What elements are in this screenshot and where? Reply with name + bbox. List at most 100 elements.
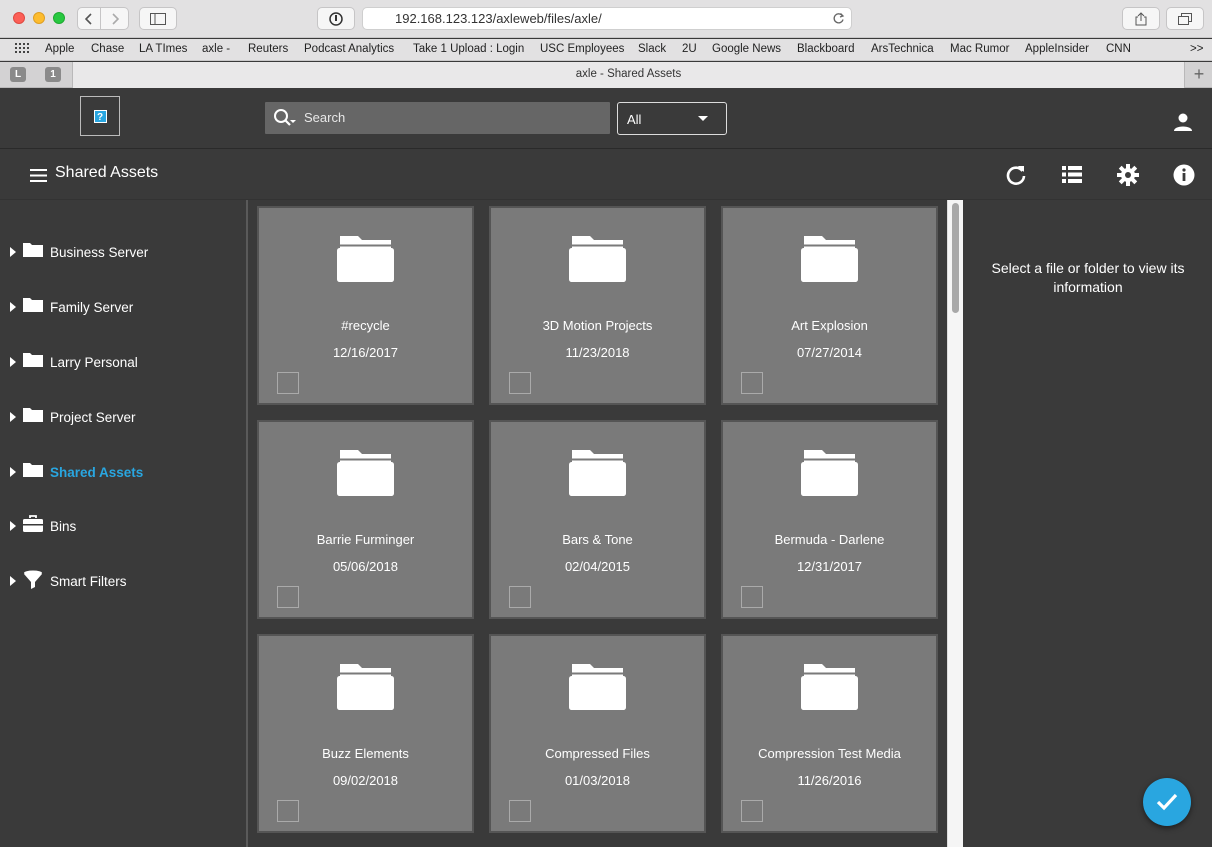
folder-checkbox[interactable] [509, 372, 531, 394]
folder-name: Bars & Tone [562, 532, 633, 547]
folder-card[interactable]: 3D Motion Projects 11/23/2018 [489, 206, 706, 405]
active-tab[interactable]: axle - Shared Assets [72, 62, 1185, 88]
app-root: 192.168.123.123/axleweb/files/axle/ Appl… [0, 0, 1212, 847]
zoom-window-button[interactable] [53, 12, 65, 24]
sidebar: Business Server Family Server Larry Pers… [0, 200, 248, 847]
sidebar-item-bins[interactable]: Bins [0, 513, 246, 543]
expand-arrow-icon[interactable] [10, 302, 16, 312]
folder-date: 12/16/2017 [332, 345, 399, 360]
gear-icon[interactable] [1117, 164, 1139, 186]
bookmark-item[interactable]: Apple [45, 43, 74, 55]
share-icon [1135, 11, 1147, 25]
grid-icon[interactable] [15, 43, 30, 54]
expand-arrow-icon[interactable] [10, 521, 16, 531]
reload-icon[interactable] [832, 12, 845, 25]
bookmark-item[interactable]: ArsTechnica [871, 43, 934, 55]
folder-card[interactable]: Bars & Tone 02/04/2015 [489, 420, 706, 619]
sidebar-item-smart-filters[interactable]: Smart Filters [0, 568, 246, 598]
expand-arrow-icon[interactable] [10, 412, 16, 422]
sidebar-item-project-server[interactable]: Project Server [0, 404, 246, 434]
folder-checkbox[interactable] [741, 800, 763, 822]
folder-checkbox[interactable] [509, 800, 531, 822]
user-icon[interactable] [1173, 113, 1193, 131]
folder-card[interactable]: Compression Test Media 11/26/2016 [721, 634, 938, 833]
sidebar-item-label: Shared Assets [50, 465, 144, 480]
share-button[interactable] [1122, 7, 1160, 30]
scrollbar[interactable] [947, 200, 963, 847]
bookmark-item[interactable]: axle - [202, 43, 230, 55]
bookmark-item[interactable]: Chase [91, 43, 124, 55]
bookmarks-overflow-button[interactable]: >> [1190, 43, 1203, 55]
sidebar-item-label: Bins [50, 519, 77, 534]
folder-icon [23, 408, 43, 422]
folder-checkbox[interactable] [741, 586, 763, 608]
folder-icon [801, 664, 858, 710]
folder-card[interactable]: #recycle 12/16/2017 [257, 206, 474, 405]
caret-down-icon [698, 116, 708, 121]
back-button[interactable] [77, 7, 101, 30]
bookmark-item[interactable]: Take 1 Upload : Login [413, 43, 524, 55]
bookmark-item[interactable]: Mac Rumor [950, 43, 1009, 55]
folder-name: Bermuda - Darlene [774, 532, 885, 547]
folder-card[interactable]: Art Explosion 07/27/2014 [721, 206, 938, 405]
folder-card[interactable]: Barrie Furminger 05/06/2018 [257, 420, 474, 619]
folder-checkbox[interactable] [277, 586, 299, 608]
search-input[interactable]: Search [265, 102, 610, 134]
tabs-overview-button[interactable] [1166, 7, 1204, 30]
bookmark-item[interactable]: Podcast Analytics [304, 43, 394, 55]
sidebar-item-family-server[interactable]: Family Server [0, 294, 246, 324]
sidebar-item-shared-assets[interactable]: Shared Assets [0, 459, 246, 489]
sidebar-item-larry-personal[interactable]: Larry Personal [0, 349, 246, 379]
search-scope-select[interactable]: All [617, 102, 727, 135]
sidebar-icon [150, 12, 166, 25]
pinned-tab[interactable]: 1 [45, 67, 61, 82]
app-logo[interactable]: ? [80, 96, 120, 136]
bookmark-item[interactable]: Slack [638, 43, 666, 55]
folder-name: Compressed Files [545, 746, 650, 761]
folder-checkbox[interactable] [741, 372, 763, 394]
close-window-button[interactable] [13, 12, 25, 24]
app-header: ? Search All [0, 89, 1212, 149]
folder-checkbox[interactable] [509, 586, 531, 608]
bookmark-item[interactable]: AppleInsider [1025, 43, 1089, 55]
bookmark-item[interactable]: Blackboard [797, 43, 855, 55]
folder-card[interactable]: Bermuda - Darlene 12/31/2017 [721, 420, 938, 619]
info-icon[interactable] [1173, 164, 1195, 186]
folder-checkbox[interactable] [277, 372, 299, 394]
bookmark-item[interactable]: LA TImes [139, 43, 187, 55]
folder-grid: #recycle 12/16/2017 3D Motion Projects 11/2… [250, 200, 947, 847]
confirm-button[interactable] [1143, 778, 1191, 826]
list-view-icon[interactable] [1062, 166, 1082, 183]
expand-arrow-icon[interactable] [10, 357, 16, 367]
folder-icon [569, 450, 626, 496]
folder-checkbox[interactable] [277, 800, 299, 822]
forward-button[interactable] [101, 7, 129, 30]
new-tab-button[interactable]: + [1186, 62, 1212, 88]
privacy-report-button[interactable] [317, 7, 355, 30]
tab-bar: L 1 axle - Shared Assets + [0, 62, 1212, 88]
browser-titlebar: 192.168.123.123/axleweb/files/axle/ [0, 0, 1212, 38]
bookmark-item[interactable]: Reuters [248, 43, 288, 55]
scroll-thumb[interactable] [952, 203, 959, 313]
pinned-tab[interactable]: L [10, 67, 26, 82]
expand-arrow-icon[interactable] [10, 576, 16, 586]
folder-card[interactable]: Buzz Elements 09/02/2018 [257, 634, 474, 833]
expand-arrow-icon[interactable] [10, 467, 16, 477]
bookmark-item[interactable]: 2U [682, 43, 697, 55]
menu-icon[interactable] [30, 169, 47, 182]
shield-icon [329, 11, 343, 26]
address-bar[interactable]: 192.168.123.123/axleweb/files/axle/ [362, 7, 852, 30]
bookmark-item[interactable]: USC Employees [540, 43, 624, 55]
folder-icon [569, 664, 626, 710]
folder-card[interactable]: Compressed Files 01/03/2018 [489, 634, 706, 833]
minimize-window-button[interactable] [33, 12, 45, 24]
expand-arrow-icon[interactable] [10, 247, 16, 257]
bookmark-item[interactable]: CNN [1106, 43, 1131, 55]
bookmark-item[interactable]: Google News [712, 43, 781, 55]
sidebar-toggle-button[interactable] [139, 7, 177, 30]
refresh-icon[interactable] [1005, 164, 1027, 186]
sidebar-item-business-server[interactable]: Business Server [0, 239, 246, 269]
toolbar: Shared Assets [0, 150, 1212, 200]
url-text: 192.168.123.123/axleweb/files/axle/ [395, 11, 602, 26]
folder-date: 05/06/2018 [332, 559, 399, 574]
